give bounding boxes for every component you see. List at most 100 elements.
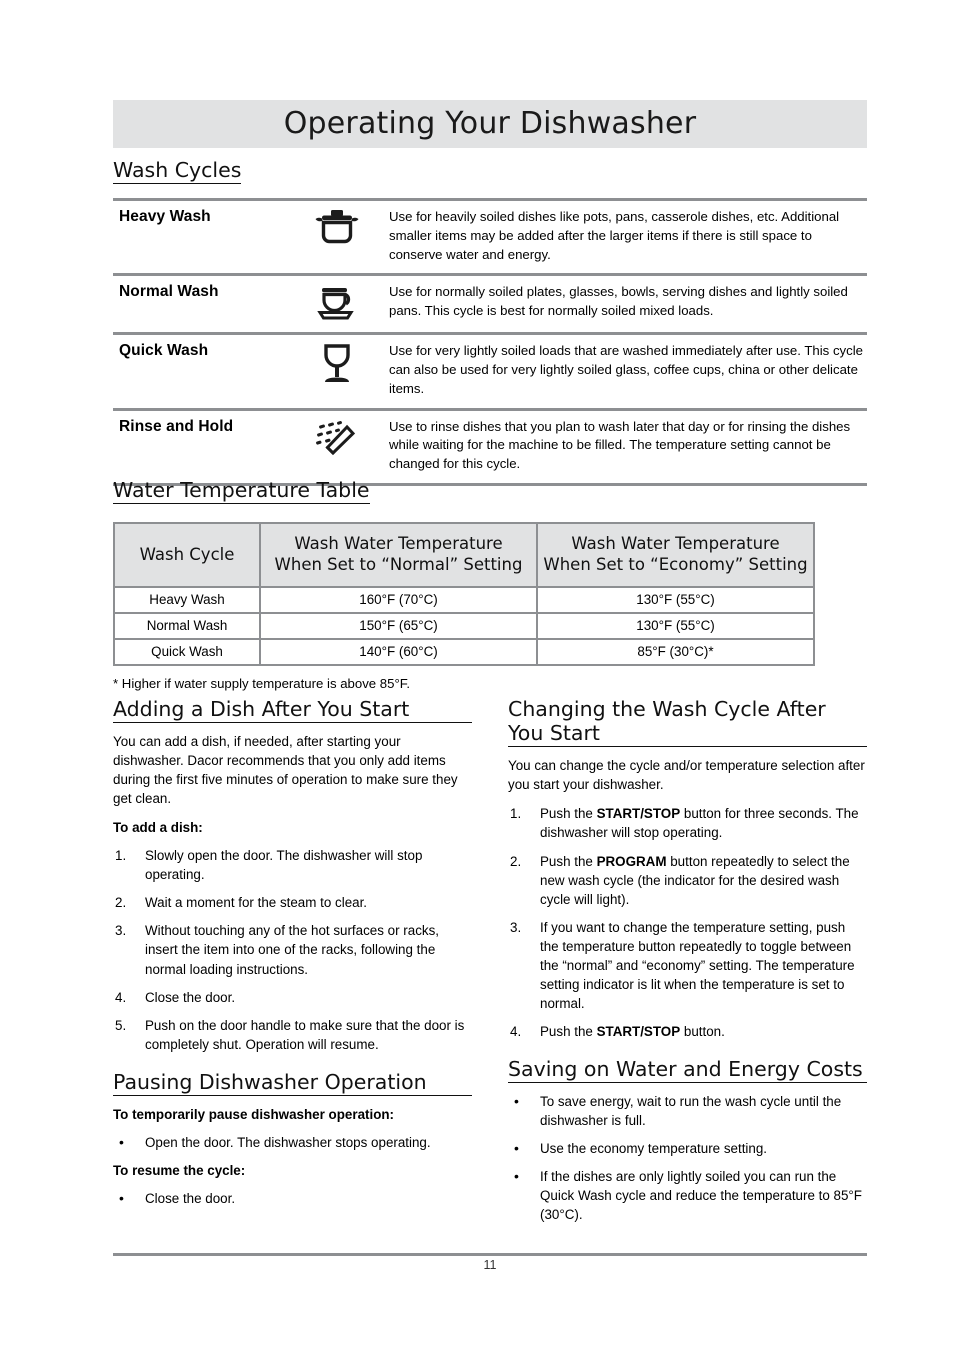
- step-text-post: button.: [680, 1023, 725, 1039]
- bullet-text: Close the door.: [145, 1190, 236, 1206]
- step-text: Push on the door handle to make sure tha…: [145, 1017, 465, 1052]
- cell-normal-temp: 160°F (70°C): [259, 586, 538, 615]
- cycle-name: Heavy Wash: [113, 198, 284, 275]
- document-page: Operating Your Dishwasher Wash Cycles He…: [113, 0, 867, 1350]
- changing-cycle-intro: You can change the cycle and/or temperat…: [508, 758, 865, 793]
- cell-economy-temp: 130°F (55°C): [536, 586, 815, 615]
- table-row: Heavy Wash Use for heavily soiled dishes…: [113, 198, 867, 275]
- list-item: • Open the door. The dishwasher stops op…: [113, 1133, 472, 1152]
- pausing-bullets-1: • Open the door. The dishwasher stops op…: [113, 1133, 472, 1152]
- step-text-pre: Push the: [540, 806, 597, 822]
- header-line: When Set to “Economy” Setting: [543, 555, 808, 575]
- water-temperature-section: Water Temperature Table Wash Cycle Wash …: [113, 478, 867, 691]
- wash-cycles-table: Heavy Wash Use for heavily soiled dishes…: [113, 198, 867, 486]
- table-row: Quick Wash Use for very lightly soiled l…: [113, 332, 867, 410]
- step-marker: 4.: [115, 989, 127, 1005]
- page-title-banner: Operating Your Dishwasher: [113, 100, 867, 148]
- changing-cycle-steps: 1. Push the START/STOP button for three …: [508, 804, 867, 1040]
- column-header-wash-cycle: Wash Cycle: [113, 522, 261, 589]
- cup-and-saucer-icon: [284, 283, 389, 323]
- step-text-pre: If you want to change the temperature se…: [540, 919, 855, 1011]
- list-item: 4. Push the START/STOP button.: [508, 1022, 867, 1041]
- list-item: 2. Wait a moment for the steam to clear.: [113, 893, 472, 912]
- footer-divider: [113, 1253, 867, 1256]
- step-marker: 1.: [115, 848, 127, 864]
- step-text-strong: PROGRAM: [596, 853, 667, 869]
- list-item: 4. Close the door.: [113, 988, 472, 1007]
- header-line: Wash Water Temperature: [571, 534, 780, 554]
- water-temperature-heading: Water Temperature Table: [113, 478, 370, 505]
- header-line: Wash Cycle: [139, 544, 235, 564]
- column-header-normal-setting: Wash Water Temperature When Set to “Norm…: [259, 522, 538, 589]
- wash-cycles-heading: Wash Cycles: [113, 158, 242, 185]
- two-column-body: Adding a Dish After You Start You can ad…: [113, 697, 867, 1233]
- pausing-subheading-2: To resume the cycle:: [113, 1162, 246, 1178]
- cycle-icon-cell: [284, 198, 389, 275]
- pot-icon: [284, 208, 389, 248]
- bullet-text: Use the economy temperature setting.: [540, 1141, 768, 1157]
- table-row: Quick Wash 140°F (60°C) 85°F (30°C)*: [113, 638, 815, 667]
- cycle-description: Use to rinse dishes that you plan to was…: [389, 407, 867, 486]
- column-header-economy-setting: Wash Water Temperature When Set to “Econ…: [536, 522, 815, 589]
- cycle-icon-cell: [284, 407, 389, 486]
- step-text-pre: Push the: [540, 853, 597, 869]
- step-marker: 3.: [115, 923, 127, 939]
- step-text-pre: Push the: [540, 1023, 597, 1039]
- table-row: Heavy Wash 160°F (70°C) 130°F (55°C): [113, 586, 815, 615]
- table-row: Normal Wash Use for normally soiled plat…: [113, 273, 867, 334]
- step-text: Without touching any of the hot surfaces…: [145, 923, 439, 977]
- list-item: • If the dishes are only lightly soiled …: [508, 1167, 867, 1224]
- table-row: Rinse and Hold Use to rinse dishes that …: [113, 407, 867, 486]
- list-item: 1. Slowly open the door. The dishwasher …: [113, 846, 472, 884]
- adding-dish-intro: You can add a dish, if needed, after sta…: [113, 734, 458, 807]
- bullet-marker: •: [119, 1189, 124, 1206]
- list-item: • To save energy, wait to run the wash c…: [508, 1092, 867, 1130]
- header-line: Wash Water Temperature: [294, 534, 503, 554]
- table-row: Normal Wash 150°F (65°C) 130°F (55°C): [113, 612, 815, 641]
- bullet-text: Open the door. The dishwasher stops oper…: [145, 1134, 431, 1150]
- cell-cycle: Heavy Wash: [113, 586, 261, 615]
- step-marker: 3.: [510, 919, 522, 935]
- cycle-icon-cell: [284, 273, 389, 334]
- bullet-marker: •: [514, 1168, 519, 1185]
- wash-cycles-section: Wash Cycles Heavy Wash Use for heavily s…: [113, 158, 867, 486]
- bullet-text: If the dishes are only lightly soiled yo…: [540, 1169, 862, 1223]
- list-item: 1. Push the START/STOP button for three …: [508, 804, 867, 842]
- pausing-heading: Pausing Dishwasher Operation: [113, 1070, 472, 1096]
- table-footnote: * Higher if water supply temperature is …: [113, 676, 411, 692]
- list-item: • Close the door.: [113, 1189, 472, 1208]
- cell-normal-temp: 150°F (65°C): [259, 612, 538, 641]
- step-text-strong: START/STOP: [596, 806, 681, 822]
- pausing-bullets-2: • Close the door.: [113, 1189, 472, 1208]
- bullet-marker: •: [514, 1092, 519, 1109]
- bullet-text: To save energy, wait to run the wash cyc…: [540, 1093, 842, 1128]
- water-temperature-table: Wash Cycle Wash Water Temperature When S…: [113, 522, 815, 667]
- saving-bullets: • To save energy, wait to run the wash c…: [508, 1092, 867, 1224]
- step-marker: 1.: [510, 806, 522, 822]
- list-item: 3. Without touching any of the hot surfa…: [113, 921, 472, 978]
- list-item: 5. Push on the door handle to make sure …: [113, 1016, 472, 1054]
- list-item: 3. If you want to change the temperature…: [508, 918, 867, 1013]
- wine-glass-icon: [284, 342, 389, 386]
- step-marker: 2.: [115, 895, 127, 911]
- saving-heading: Saving on Water and Energy Costs: [508, 1057, 867, 1083]
- cell-cycle: Quick Wash: [113, 638, 261, 667]
- cell-economy-temp: 130°F (55°C): [536, 612, 815, 641]
- step-text: Wait a moment for the steam to clear.: [145, 895, 368, 911]
- bullet-marker: •: [514, 1140, 519, 1157]
- cycle-name: Normal Wash: [113, 273, 284, 334]
- adding-dish-steps: 1. Slowly open the door. The dishwasher …: [113, 846, 472, 1053]
- cycle-description: Use for heavily soiled dishes like pots,…: [389, 198, 867, 275]
- adding-dish-heading: Adding a Dish After You Start: [113, 697, 472, 724]
- table-header-row: Wash Cycle Wash Water Temperature When S…: [113, 522, 815, 589]
- list-item: 2. Push the PROGRAM button repeatedly to…: [508, 852, 867, 909]
- spray-rinse-icon: [284, 418, 389, 460]
- header-line: When Set to “Normal” Setting: [274, 555, 523, 575]
- page-number: 11: [483, 1258, 497, 1272]
- step-text: Close the door.: [145, 989, 236, 1005]
- cell-normal-temp: 140°F (60°C): [259, 638, 538, 667]
- step-marker: 4.: [510, 1023, 522, 1039]
- adding-dish-subheading: To add a dish:: [113, 820, 203, 836]
- cycle-icon-cell: [284, 332, 389, 410]
- page-title: Operating Your Dishwasher: [283, 106, 697, 141]
